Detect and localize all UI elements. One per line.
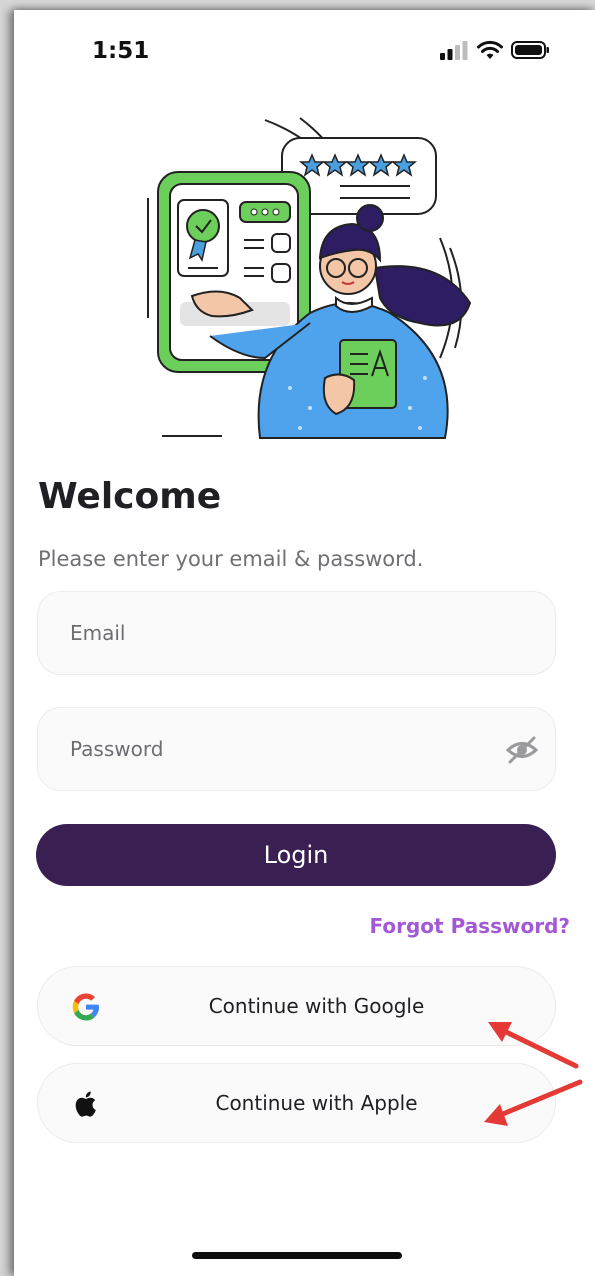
password-field[interactable] [70,708,490,790]
status-icons [439,40,551,60]
google-button-label: Continue with Google [208,994,425,1018]
continue-with-google-button[interactable]: Continue with Google [37,966,556,1046]
continue-with-apple-button[interactable]: Continue with Apple [37,1063,556,1143]
login-button[interactable]: Login [36,824,556,886]
email-field-container[interactable] [37,591,556,675]
battery-icon [511,41,549,59]
home-indicator [192,1252,402,1259]
apple-button-label: Continue with Apple [215,1091,418,1115]
status-time: 1:51 [92,38,150,64]
email-field[interactable] [70,592,490,674]
welcome-title: Welcome [38,476,222,517]
login-subtitle: Please enter your email & password. [38,547,424,571]
login-illustration [147,117,472,439]
forgot-password-link[interactable]: Forgot Password? [370,914,570,938]
eye-slash-icon[interactable] [506,735,538,765]
wifi-icon [477,40,503,59]
password-field-container[interactable] [37,707,556,791]
cellular-signal-icon [440,41,468,60]
